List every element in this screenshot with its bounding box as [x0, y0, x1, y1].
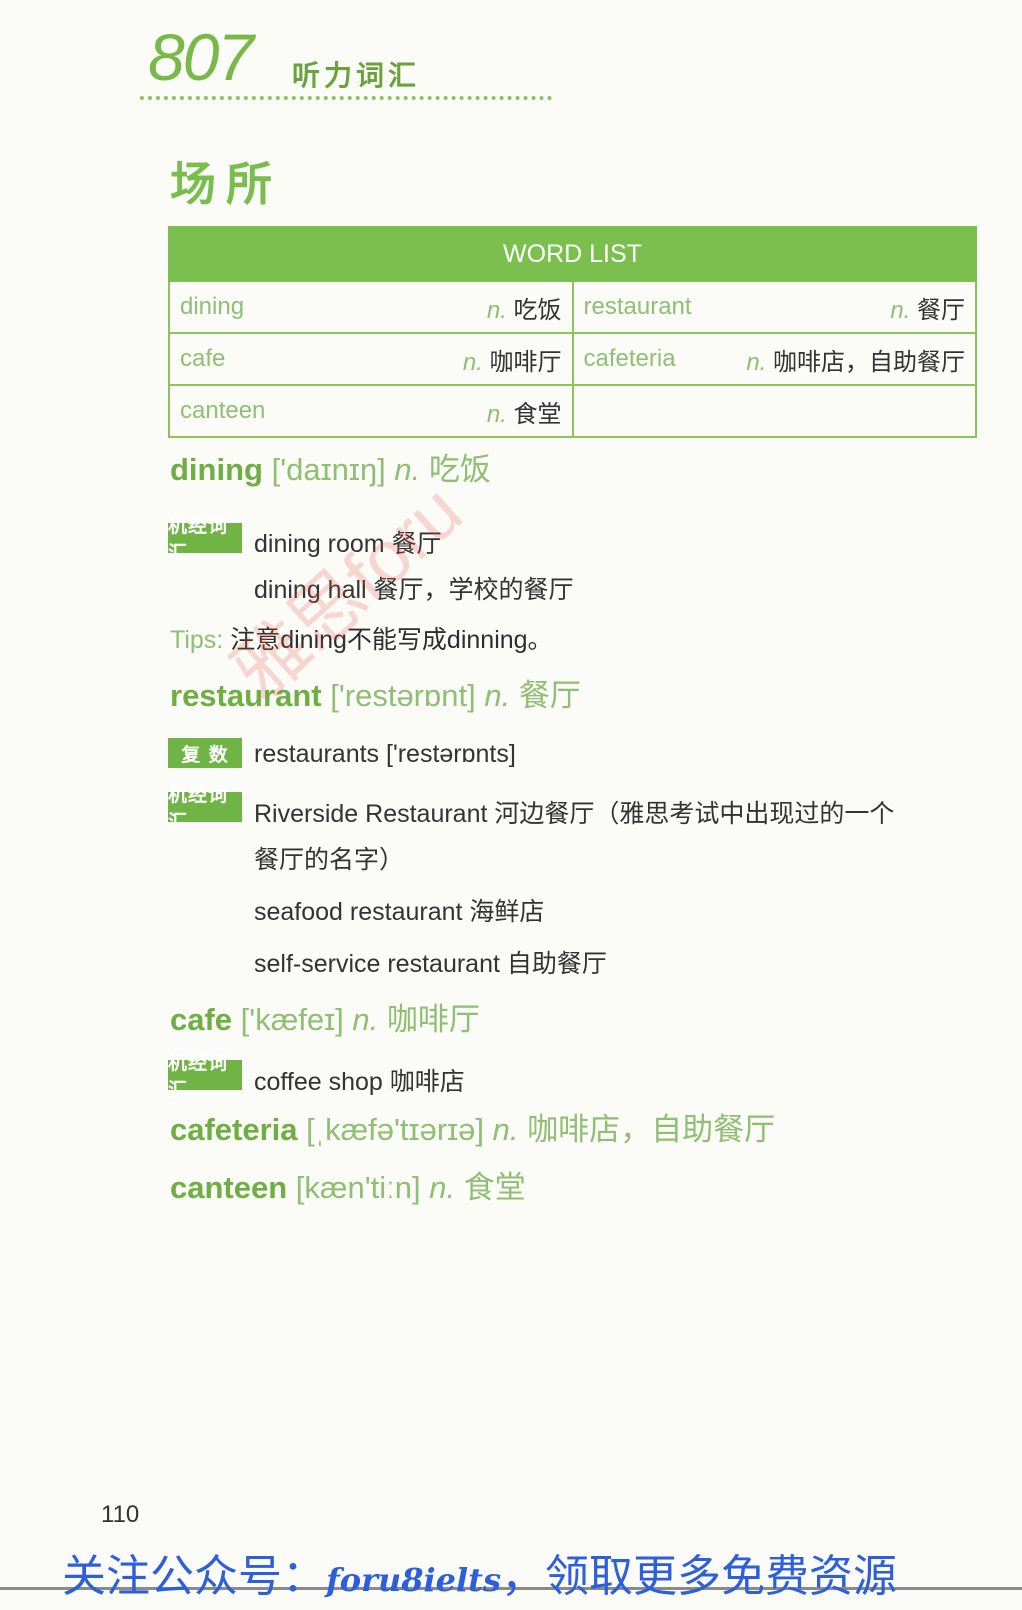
section-title: 场所 — [170, 157, 282, 211]
jijing-tag: 机经词汇 — [168, 784, 242, 833]
brand-number: 807 — [148, 20, 254, 94]
meaning: 吃饭 — [513, 296, 562, 324]
example: Riverside Restaurant 河边餐厅（雅思考试中出现过的一个 — [254, 800, 895, 828]
pos: n. — [352, 1002, 379, 1037]
plural-form: restaurants ['restərɒnts] — [254, 740, 516, 768]
headword: cafeteria — [170, 1112, 298, 1147]
headword: dining — [170, 452, 263, 487]
entry-cafeteria-heading: cafeteria [ˌkæfə'tɪərɪə] n. 咖啡店，自助餐厅 — [170, 1104, 775, 1149]
headword: canteen — [170, 1170, 288, 1205]
meaning: 餐厅 — [518, 678, 581, 713]
footer-pre: 关注公众号： — [62, 1552, 326, 1601]
example: self-service restaurant 自助餐厅 — [254, 950, 607, 978]
meaning: 咖啡店，自助餐厅 — [773, 348, 965, 376]
footer-post: ，领取更多免费资源 — [500, 1552, 897, 1601]
phonetic: ['daɪnɪŋ] — [271, 452, 386, 487]
word-list-cell: dining n. 吃饭 — [168, 280, 574, 334]
brand-text: 听力词汇 — [292, 59, 421, 92]
meaning: 食堂 — [463, 1170, 526, 1205]
pos: n. — [746, 348, 767, 376]
word-list-title: WORD LIST — [168, 226, 977, 282]
example: 餐厅的名字） — [254, 846, 405, 874]
phonetic: [ˌkæfə'tɪərɪə] — [306, 1112, 485, 1147]
meaning: 餐厅 — [917, 296, 965, 324]
example: coffee shop 咖啡店 — [254, 1068, 465, 1096]
meaning: 吃饭 — [428, 452, 491, 487]
phonetic: ['restərɒnt] — [330, 678, 476, 713]
word-list-cell: restaurant n. 餐厅 — [571, 280, 977, 334]
page-number: 110 — [101, 1501, 140, 1528]
pos: n. — [429, 1170, 456, 1205]
jijing-tag: 机经词汇 — [168, 515, 242, 564]
pos: n. — [890, 296, 911, 324]
meaning: 食堂 — [513, 400, 562, 428]
footer-account: foru8ielts — [326, 1561, 501, 1599]
footer-promo: 关注公众号：foru8ielts，领取更多免费资源 — [62, 1540, 897, 1604]
phonetic: ['kæfeɪ] — [240, 1002, 344, 1037]
pos: n. — [486, 400, 507, 428]
entry-dining-heading: dining ['daɪnɪŋ] n. 吃饭 — [170, 444, 491, 489]
plural-tag: 复 数 — [168, 738, 242, 768]
pos: n. — [484, 678, 511, 713]
word-list-cell-empty — [571, 384, 977, 438]
entry-cafe-heading: cafe ['kæfeɪ] n. 咖啡厅 — [170, 994, 480, 1039]
meaning: 咖啡厅 — [489, 348, 562, 376]
word-list-table: WORD LIST dining n. 吃饭 restaurant n. 餐厅 ca… — [168, 226, 977, 438]
headword: cafe — [170, 1002, 233, 1037]
example: seafood restaurant 海鲜店 — [254, 898, 545, 926]
word-list-cell: cafeteria n. 咖啡店，自助餐厅 — [571, 332, 977, 386]
jijing-tag: 机经词汇 — [168, 1052, 242, 1101]
header-dotted-rule — [140, 96, 552, 100]
pos: n. — [492, 1112, 519, 1147]
entry-restaurant-heading: restaurant ['restərɒnt] n. 餐厅 — [170, 670, 581, 715]
word: canteen — [180, 397, 266, 424]
phonetic: [kæn'tiːn] — [295, 1170, 421, 1205]
word: restaurant — [583, 293, 692, 320]
meaning: 咖啡店，自助餐厅 — [527, 1112, 776, 1147]
pos: n. — [486, 296, 507, 324]
word-list-cell: canteen n. 食堂 — [168, 384, 574, 438]
word: cafe — [180, 345, 226, 372]
entry-canteen-heading: canteen [kæn'tiːn] n. 食堂 — [170, 1162, 526, 1207]
word: cafeteria — [583, 345, 676, 372]
word-list-cell: cafe n. 咖啡厅 — [168, 332, 574, 386]
pos: n. — [462, 348, 483, 376]
word: dining — [180, 293, 245, 320]
meaning: 咖啡厅 — [386, 1002, 480, 1037]
